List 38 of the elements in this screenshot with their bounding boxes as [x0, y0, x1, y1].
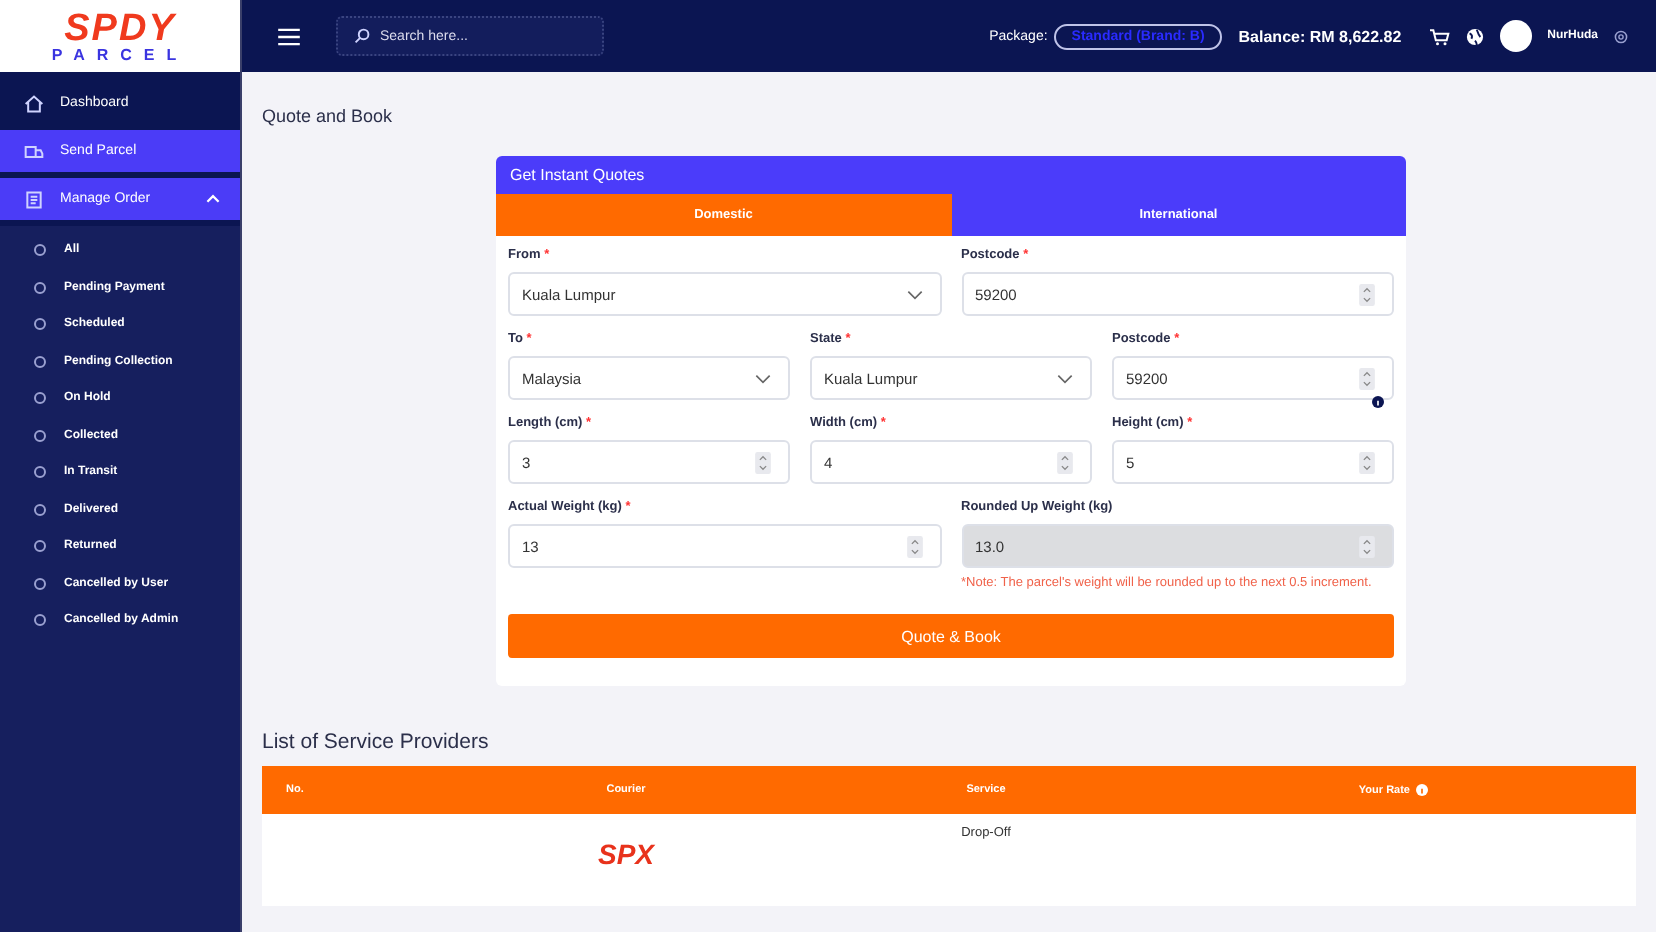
circle-icon — [34, 355, 46, 368]
chevron-down-icon — [905, 289, 923, 299]
home-icon — [24, 93, 44, 113]
settings-icon[interactable] — [1614, 29, 1628, 43]
circle-icon — [34, 577, 46, 590]
spinner-icon — [1358, 367, 1376, 389]
truck-icon — [24, 141, 44, 161]
spinner-icon — [1056, 451, 1074, 473]
chevron-down-icon — [754, 373, 772, 383]
card-header: Get Instant Quotes — [496, 156, 1406, 194]
balance-text: Balance: RM 8,622.82 — [1238, 27, 1402, 45]
chevron-down-icon — [1056, 373, 1074, 383]
circle-icon — [34, 540, 46, 553]
cart-icon[interactable] — [1429, 27, 1450, 45]
circle-icon — [34, 503, 46, 516]
circle-icon — [34, 429, 46, 442]
spinner-icon — [1358, 283, 1376, 305]
spinner-icon — [754, 451, 772, 473]
avatar[interactable] — [1499, 20, 1532, 52]
spinner-icon — [1358, 535, 1376, 557]
logo-subtitle: PARCEL — [51, 47, 189, 63]
circle-icon — [34, 281, 46, 294]
circle-icon — [34, 392, 46, 405]
spinner-icon — [1358, 451, 1376, 473]
logo-title: SPDY — [64, 9, 176, 47]
menu-icon[interactable] — [278, 27, 300, 45]
spinner-icon — [905, 535, 923, 557]
circle-icon — [34, 614, 46, 627]
page-title: Quote and Book — [262, 106, 395, 126]
section-title: List of Service Providers — [262, 730, 491, 755]
info-icon[interactable] — [1372, 396, 1384, 408]
circle-icon — [34, 244, 46, 257]
circle-icon — [34, 318, 46, 331]
search-icon — [354, 28, 370, 44]
globe-icon[interactable] — [1465, 27, 1484, 45]
courier-logo: SPX — [597, 838, 654, 871]
circle-icon — [34, 466, 46, 479]
list-icon — [24, 189, 44, 209]
